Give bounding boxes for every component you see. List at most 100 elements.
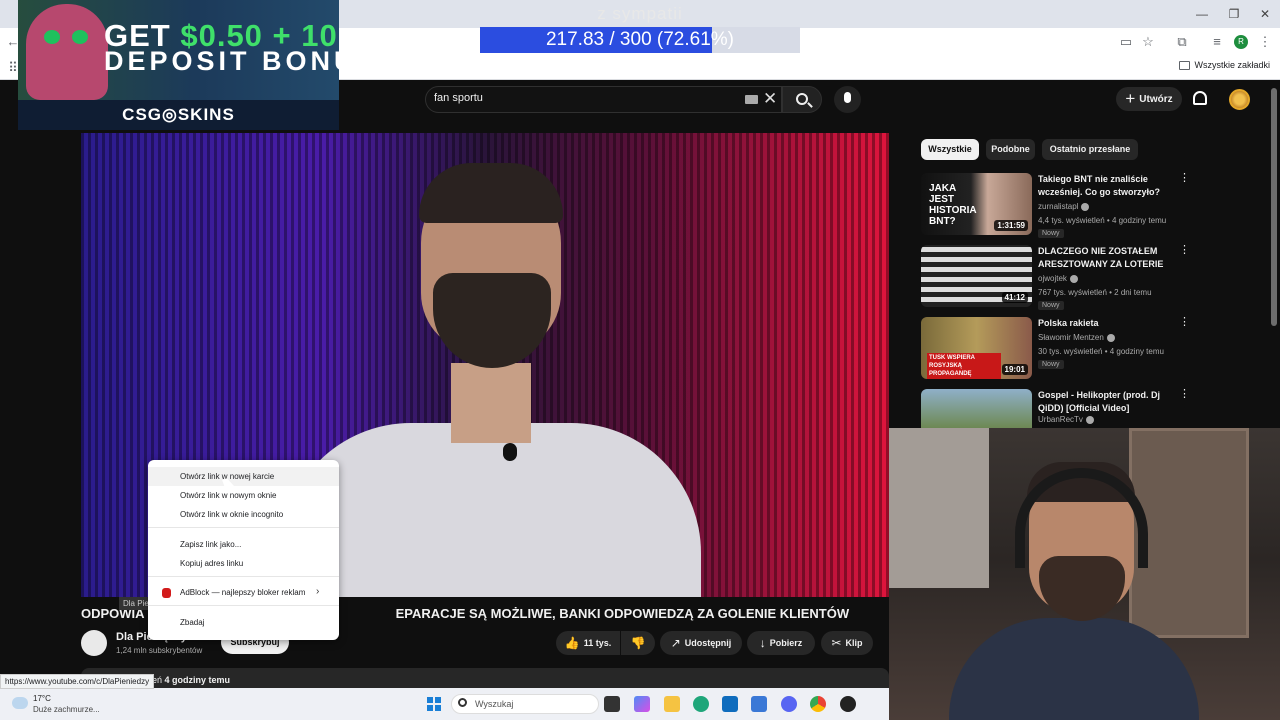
bookmark-star-icon[interactable]: ☆ (1139, 33, 1157, 51)
recommended-video[interactable]: 41:12 DLACZEGO NIE ZOSTAŁEM ARESZTOWANY … (921, 245, 1271, 310)
video-meta: 30 tys. wyświetleń • 4 godziny temu (1038, 347, 1164, 356)
folder-icon (1179, 60, 1191, 70)
search-button[interactable] (782, 86, 822, 113)
more-options-icon[interactable]: ⋮ (1179, 245, 1190, 256)
thumbnail-text: TUSK WSPIERA ROSYJSKĄ PROPAGANDĘ (927, 353, 1001, 379)
page-scrollbar[interactable] (1271, 88, 1277, 326)
taskbar-search-placeholder: Wyszukaj (475, 699, 514, 709)
video-title: Gospel - Helikopter (prod. Dj QiDD) [Off… (1038, 390, 1161, 413)
create-button[interactable]: + Utwórz (1116, 87, 1182, 111)
channel-name: ojwojtek (1038, 274, 1078, 283)
file-explorer-icon[interactable] (664, 696, 680, 712)
thumbnail-text: JAKA JEST HISTORIA BNT? (929, 183, 977, 227)
chrome-icon[interactable] (810, 696, 826, 712)
minimize-icon[interactable]: — (1194, 6, 1210, 22)
video-title: Polska rakieta (1038, 318, 1099, 328)
more-options-icon[interactable]: ⋮ (1179, 317, 1190, 328)
edge-icon[interactable] (693, 696, 709, 712)
download-icon: ↓ (759, 636, 766, 650)
ctx-copy-link[interactable]: Kopiuj adres linku (148, 554, 339, 573)
menu-kebab-icon[interactable]: ⋮ (1256, 33, 1274, 51)
channel-name: UrbanRecTv (1038, 415, 1094, 424)
download-button[interactable]: ↓ Pobierz (747, 631, 815, 655)
notifications-bell-icon[interactable] (1193, 91, 1207, 105)
cloud-icon[interactable] (12, 697, 28, 709)
outlook-icon[interactable] (722, 696, 738, 712)
weather-temperature[interactable]: 17°C (33, 694, 51, 703)
adblock-icon (162, 588, 171, 598)
more-options-icon[interactable]: ⋮ (1179, 173, 1190, 184)
store-icon[interactable] (751, 696, 767, 712)
ctx-separator (148, 605, 339, 606)
video-meta: 767 tys. wyświetleń • 2 dni temu (1038, 288, 1152, 297)
extensions-icon[interactable]: ⧉ (1173, 33, 1191, 51)
like-count: 11 tys. (583, 638, 612, 648)
thumbs-down-icon: 👎 (630, 636, 646, 650)
voice-search-button[interactable] (834, 86, 861, 113)
dislike-button[interactable]: 👎 (621, 631, 655, 655)
new-badge: Nowy (1038, 301, 1064, 310)
share-label: Udostępnij (684, 638, 732, 648)
clear-search-icon[interactable]: ✕ (763, 90, 777, 108)
ad-subheadline: DEPOSIT BONU (104, 46, 339, 76)
video-duration: 1:31:59 (994, 220, 1028, 231)
profile-icon[interactable]: R (1234, 35, 1248, 49)
ad-brand-logo: CSG◎SKINS (18, 100, 339, 130)
ctx-open-new-window[interactable]: Otwórz link w nowym oknie (148, 486, 339, 505)
ctx-open-incognito[interactable]: Otwórz link w oknie incognito (148, 505, 339, 524)
share-icon: ↗ (670, 636, 681, 650)
webcam-wall (889, 428, 989, 588)
task-view-icon[interactable] (604, 696, 620, 712)
link-status-url: https://www.youtube.com/c/DlaPieniedzy (0, 674, 155, 689)
ctx-open-new-tab[interactable]: Otwórz link w nowej karcie (148, 467, 339, 486)
channel-avatar[interactable] (81, 630, 107, 656)
chevron-right-icon: › (316, 586, 320, 597)
presenter-beard (433, 273, 551, 368)
video-title: DLACZEGO NIE ZOSTAŁEM ARESZTOWANY ZA LOT… (1038, 246, 1164, 269)
csgoskins-ad-banner[interactable]: GET $0.50 + 10 DEPOSIT BONU CSG◎SKINS (18, 0, 339, 130)
close-window-icon[interactable]: ✕ (1257, 6, 1273, 22)
search-value: fan sportu (434, 92, 483, 104)
like-button[interactable]: 👍 11 tys. (556, 631, 620, 655)
chip-related[interactable]: Podobne (986, 139, 1035, 160)
search-icon (458, 698, 467, 707)
ctx-save-link[interactable]: Zapisz link jako... (148, 535, 339, 554)
channel-subscribers: 1,24 mln subskrybentów (116, 646, 203, 655)
verified-icon (1069, 274, 1078, 283)
video-thumbnail (921, 389, 1032, 429)
goal-progress-text: 217.83 / 300 (72.61%) (545, 29, 735, 50)
discord-icon[interactable] (781, 696, 797, 712)
ctx-separator (148, 527, 339, 528)
all-bookmarks-button[interactable]: Wszystkie zakładki (1179, 60, 1270, 70)
weather-description[interactable]: Duże zachmurze... (33, 705, 100, 714)
video-thumbnail: TUSK WSPIERA ROSYJSKĄ PROPAGANDĘ 19:01 (921, 317, 1032, 379)
recommended-video[interactable]: Gospel - Helikopter (prod. Dj QiDD) [Off… (921, 389, 1271, 429)
goal-progress-bar: 217.83 / 300 (72.61%) (480, 27, 800, 53)
streamer-webcam (889, 428, 1280, 720)
channel-name: Sławomir Mentzen (1038, 333, 1115, 342)
chip-recent[interactable]: Ostatnio przesłane (1042, 139, 1138, 160)
new-badge: Nowy (1038, 360, 1064, 369)
keyboard-icon[interactable] (745, 95, 758, 104)
maximize-icon[interactable]: ❐ (1226, 6, 1242, 22)
obs-icon[interactable] (840, 696, 856, 712)
reading-list-icon[interactable]: ≡ (1208, 33, 1226, 51)
recommended-video[interactable]: JAKA JEST HISTORIA BNT? 1:31:59 Takiego … (921, 173, 1271, 238)
clip-button[interactable]: ✂ Klip (821, 631, 873, 655)
description-meta: leń 4 godziny temu (150, 675, 231, 685)
windows-start-icon[interactable] (427, 697, 441, 711)
ctx-adblock[interactable]: AdBlock — najlepszy bloker reklam (148, 583, 339, 602)
copilot-icon[interactable] (634, 696, 650, 712)
taskbar-search-input[interactable] (451, 694, 599, 714)
cast-icon[interactable]: ▭ (1117, 33, 1135, 51)
video-thumbnail: JAKA JEST HISTORIA BNT? 1:31:59 (921, 173, 1032, 235)
ctx-separator (148, 576, 339, 577)
create-label: Utwórz (1139, 93, 1173, 105)
recommended-video[interactable]: TUSK WSPIERA ROSYJSKĄ PROPAGANDĘ 19:01 P… (921, 317, 1271, 379)
chip-all[interactable]: Wszystkie (921, 139, 979, 160)
ctx-inspect[interactable]: Zbadaj (148, 613, 339, 632)
user-avatar[interactable] (1229, 89, 1250, 110)
verified-icon (1085, 415, 1094, 424)
more-options-icon[interactable]: ⋮ (1179, 389, 1190, 400)
share-button[interactable]: ↗ Udostępnij (660, 631, 742, 655)
